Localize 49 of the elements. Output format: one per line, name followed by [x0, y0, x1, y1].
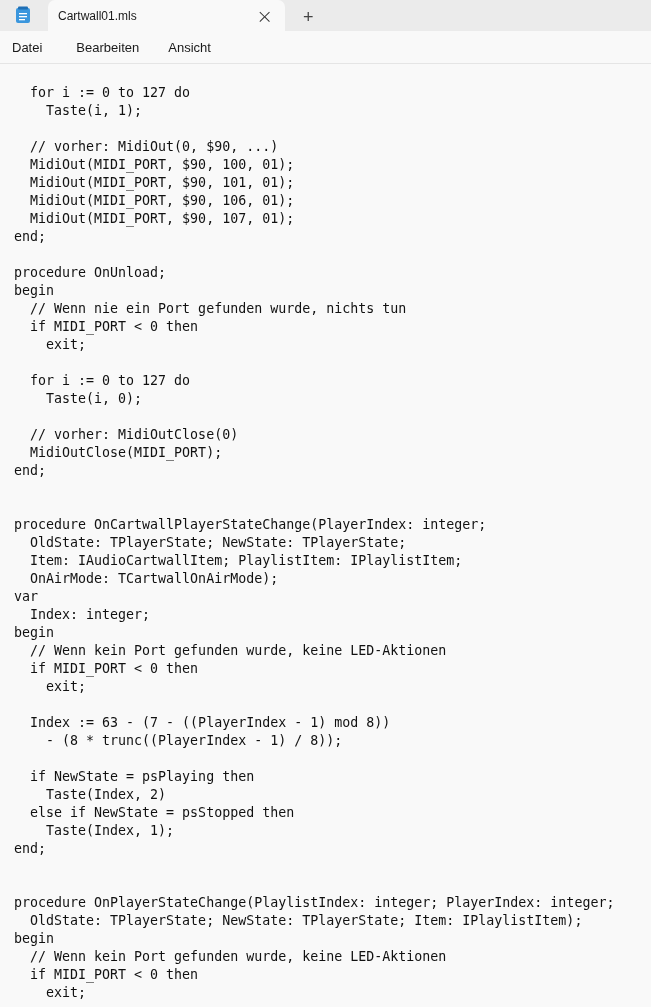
code-line: MidiOut(MIDI_PORT, $90, 106, 01); — [29, 192, 295, 210]
code-line: OldState: TPlayerState; NewState: TPlayerState; — [29, 534, 407, 552]
code-line: // vorher: MidiOutClose(0) — [29, 426, 239, 444]
code-line: Taste(Index, 1); — [45, 822, 175, 840]
code-line: procedure OnCartwallPlayerStateChange(PlayerIndex: integer; — [14, 516, 487, 534]
tab[interactable]: Cartwall01.mls × — [48, 0, 285, 31]
code-line: begin — [14, 282, 55, 300]
code-line: Taste(i, 0); — [45, 390, 143, 408]
code-line: MidiOut(MIDI_PORT, $90, 101, 01); — [29, 174, 295, 192]
menu-item[interactable]: Bearbeiten — [76, 39, 140, 55]
code-line: Taste(i, 1); — [45, 102, 143, 120]
new-tab-button[interactable]: + — [299, 8, 318, 26]
menu-item[interactable]: Ansicht — [168, 39, 211, 55]
code-line: begin — [14, 930, 55, 948]
code-line: OldState: TPlayerState; NewState: TPlayerState; Item: IPlaylistItem); — [29, 912, 583, 930]
code-line: if MIDI_PORT < 0 then — [29, 660, 199, 678]
code-line: MidiOut(MIDI_PORT, $90, 107, 01); — [29, 210, 295, 228]
code-line: if NewState = psPlaying then — [29, 768, 255, 786]
code-line: // vorher: MidiOut(0, $90, ...) — [29, 138, 279, 156]
code-line: else if NewState = psStopped then — [29, 804, 295, 822]
tab-title: Cartwall01.mls — [58, 8, 138, 23]
code-line: if MIDI_PORT < 0 then — [29, 966, 199, 984]
code-line: begin — [14, 624, 55, 642]
code-line: MidiOut(MIDI_PORT, $90, 100, 01); — [29, 156, 295, 174]
code-line: Taste(Index, 2) — [45, 786, 167, 804]
code-line: // Wenn kein Port gefunden wurde, keine LED-Aktionen — [29, 642, 447, 660]
code-line: exit; — [45, 984, 87, 1002]
code-line: if MIDI_PORT < 0 then — [29, 318, 199, 336]
code-line: for i := 0 to 127 do — [29, 84, 191, 102]
code-line: end; — [14, 228, 47, 246]
code-line: end; — [14, 840, 47, 858]
code-line: end; — [14, 462, 47, 480]
code-line: - (8 * trunc((PlayerIndex - 1) / 8)); — [45, 732, 343, 750]
code-line: MidiOutClose(MIDI_PORT); — [29, 444, 223, 462]
code-line: for i := 0 to 127 do — [29, 372, 191, 390]
code-line: procedure OnPlayerStateChange(PlaylistIndex: integer; PlayerIndex: integer; — [14, 894, 615, 912]
code-line: exit; — [45, 678, 87, 696]
menu-item[interactable]: Datei — [12, 39, 43, 55]
code-line: OnAirMode: TCartwallOnAirMode); — [29, 570, 279, 588]
code-line: Item: IAudioCartwallItem; PlaylistItem: IPlaylistItem; — [29, 552, 463, 570]
code-line: // Wenn kein Port gefunden wurde, keine LED-Aktionen — [29, 948, 447, 966]
code-line: exit; — [45, 336, 87, 354]
notepad-icon — [15, 6, 31, 24]
code-line: Index := 63 - (7 - ((PlayerIndex - 1) mod 8)) — [29, 714, 391, 732]
code-line: procedure OnUnload; — [14, 264, 167, 282]
code-line: var — [14, 588, 39, 606]
close-button[interactable]: × — [256, 5, 273, 26]
code-line: // Wenn nie ein Port gefunden wurde, nichts tun — [29, 300, 407, 318]
code-line: Index: integer; — [29, 606, 151, 624]
